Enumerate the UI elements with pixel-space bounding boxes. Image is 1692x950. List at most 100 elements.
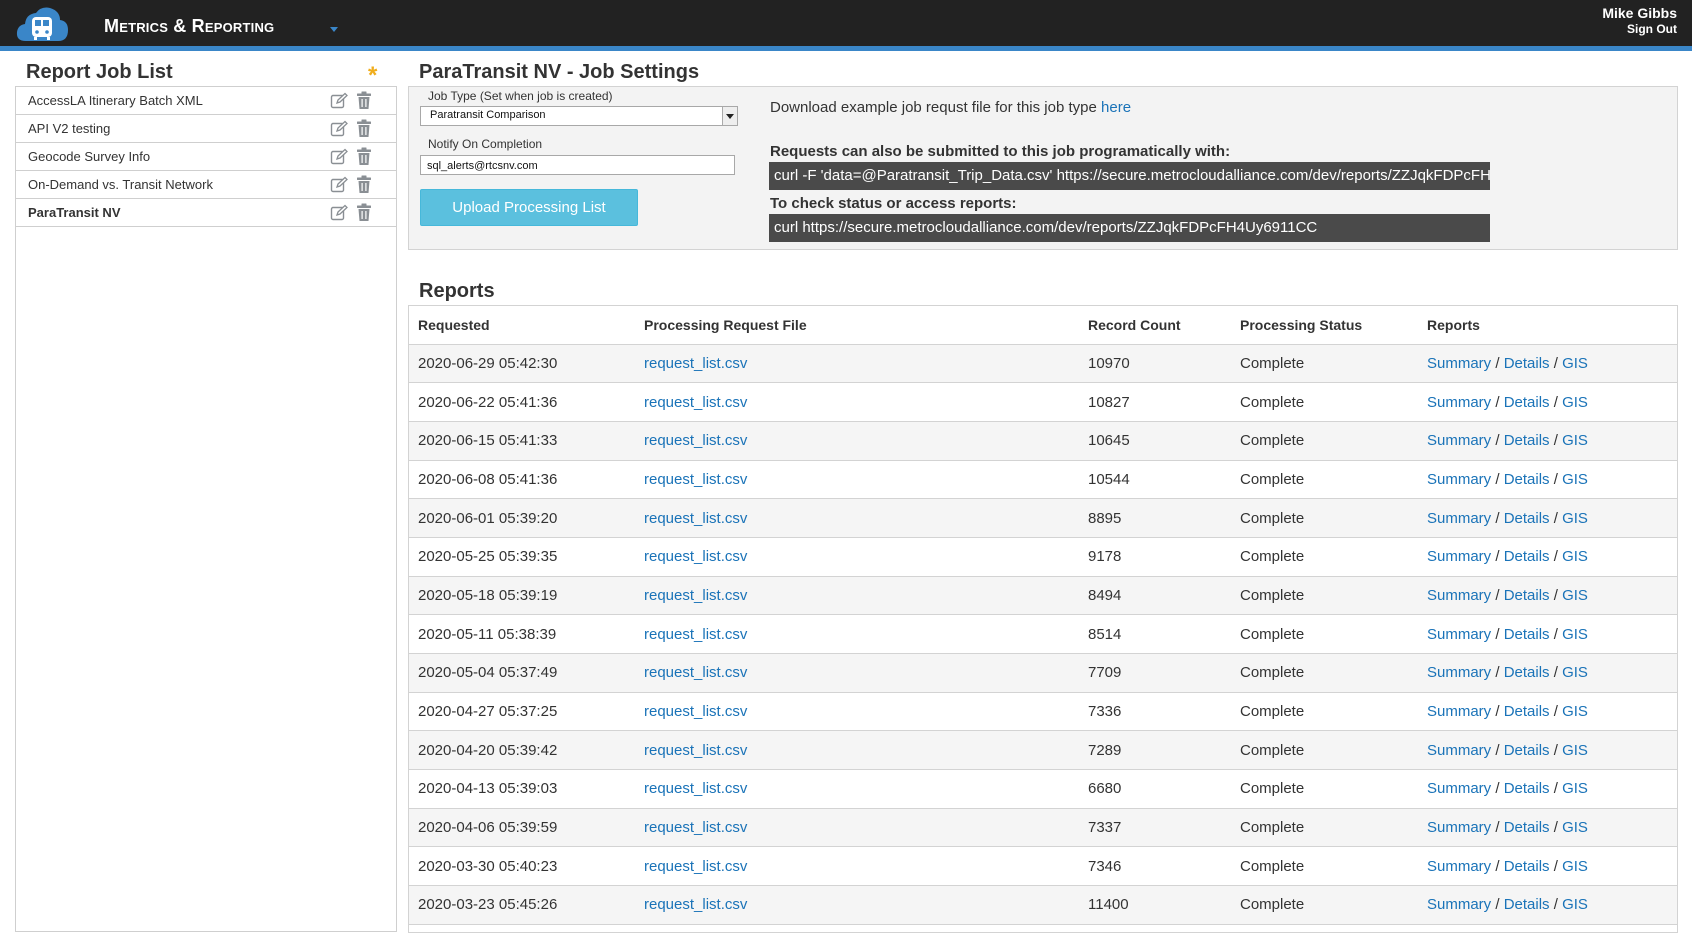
summary-link[interactable]: Summary bbox=[1427, 394, 1491, 411]
details-link[interactable]: Details bbox=[1504, 394, 1550, 411]
summary-link[interactable]: Summary bbox=[1427, 510, 1491, 527]
request-file-link[interactable]: request_list.csv bbox=[644, 432, 747, 449]
trash-icon[interactable] bbox=[356, 91, 372, 110]
request-file-link[interactable]: request_list.csv bbox=[644, 510, 747, 527]
job-list-item-label: ParaTransit NV bbox=[28, 205, 121, 220]
notify-email-input[interactable] bbox=[420, 155, 735, 175]
request-file-link[interactable]: request_list.csv bbox=[644, 896, 747, 913]
link-separator: / bbox=[1495, 780, 1500, 798]
column-header: Processing Request File bbox=[635, 306, 1079, 345]
job-list-item[interactable]: AccessLA Itinerary Batch XML bbox=[16, 87, 396, 115]
summary-link[interactable]: Summary bbox=[1427, 548, 1491, 565]
caret-down-icon[interactable] bbox=[722, 107, 737, 125]
gis-link[interactable]: GIS bbox=[1562, 510, 1588, 527]
details-link[interactable]: Details bbox=[1504, 896, 1550, 913]
job-list-item-label: API V2 testing bbox=[28, 121, 111, 136]
request-file-link[interactable]: request_list.csv bbox=[644, 626, 747, 643]
trash-icon[interactable] bbox=[356, 203, 372, 222]
gis-link[interactable]: GIS bbox=[1562, 819, 1588, 836]
edit-icon[interactable] bbox=[330, 204, 348, 222]
reports-links-cell: Summary / Details / GIS bbox=[1418, 421, 1677, 461]
gis-link[interactable]: GIS bbox=[1562, 355, 1588, 372]
record-count-cell: 8494 bbox=[1079, 576, 1231, 616]
reports-links-cell: Summary / Details / GIS bbox=[1418, 498, 1677, 538]
job-list-item[interactable]: Geocode Survey Info bbox=[16, 143, 396, 171]
summary-link[interactable]: Summary bbox=[1427, 626, 1491, 643]
requested-cell: 2020-04-13 05:39:03 bbox=[409, 769, 635, 809]
cloud-train-logo-icon[interactable] bbox=[14, 3, 70, 45]
summary-link[interactable]: Summary bbox=[1427, 780, 1491, 797]
summary-link[interactable]: Summary bbox=[1427, 587, 1491, 604]
gis-link[interactable]: GIS bbox=[1562, 742, 1588, 759]
record-count-cell: 10544 bbox=[1079, 460, 1231, 500]
details-link[interactable]: Details bbox=[1504, 664, 1550, 681]
summary-link[interactable]: Summary bbox=[1427, 742, 1491, 759]
gis-link[interactable]: GIS bbox=[1562, 471, 1588, 488]
summary-link[interactable]: Summary bbox=[1427, 355, 1491, 372]
summary-link[interactable]: Summary bbox=[1427, 664, 1491, 681]
trash-icon[interactable] bbox=[356, 175, 372, 194]
summary-link[interactable]: Summary bbox=[1427, 703, 1491, 720]
edit-icon[interactable] bbox=[330, 120, 348, 138]
download-example-link[interactable]: here bbox=[1101, 99, 1131, 116]
job-type-select[interactable]: Paratransit Comparison bbox=[420, 106, 738, 126]
details-link[interactable]: Details bbox=[1504, 703, 1550, 720]
details-link[interactable]: Details bbox=[1504, 548, 1550, 565]
table-row: 2020-06-29 05:42:30 request_list.csv 10970… bbox=[409, 344, 1677, 384]
edit-icon[interactable] bbox=[330, 148, 348, 166]
request-file-link[interactable]: request_list.csv bbox=[644, 780, 747, 797]
status-command-box[interactable]: curl https://secure.metrocloudalliance.c… bbox=[769, 214, 1490, 242]
request-file-link[interactable]: request_list.csv bbox=[644, 548, 747, 565]
details-link[interactable]: Details bbox=[1504, 471, 1550, 488]
request-file-link[interactable]: request_list.csv bbox=[644, 664, 747, 681]
details-link[interactable]: Details bbox=[1504, 510, 1550, 527]
sign-out-link[interactable]: Sign Out bbox=[1627, 22, 1677, 36]
gis-link[interactable]: GIS bbox=[1562, 432, 1588, 449]
request-file-link[interactable]: request_list.csv bbox=[644, 471, 747, 488]
summary-link[interactable]: Summary bbox=[1427, 471, 1491, 488]
status-cell: Complete bbox=[1231, 344, 1418, 384]
gis-link[interactable]: GIS bbox=[1562, 664, 1588, 681]
gis-link[interactable]: GIS bbox=[1562, 587, 1588, 604]
details-link[interactable]: Details bbox=[1504, 858, 1550, 875]
summary-link[interactable]: Summary bbox=[1427, 819, 1491, 836]
summary-link[interactable]: Summary bbox=[1427, 432, 1491, 449]
request-file-link[interactable]: request_list.csv bbox=[644, 355, 747, 372]
edit-icon[interactable] bbox=[330, 176, 348, 194]
details-link[interactable]: Details bbox=[1504, 587, 1550, 604]
gis-link[interactable]: GIS bbox=[1562, 780, 1588, 797]
job-list-item[interactable]: API V2 testing bbox=[16, 115, 396, 143]
gis-link[interactable]: GIS bbox=[1562, 858, 1588, 875]
job-list-item[interactable]: ParaTransit NV bbox=[16, 199, 396, 227]
upload-processing-list-button[interactable]: Upload Processing List bbox=[420, 189, 638, 226]
gis-link[interactable]: GIS bbox=[1562, 394, 1588, 411]
request-file-link[interactable]: request_list.csv bbox=[644, 703, 747, 720]
details-link[interactable]: Details bbox=[1504, 432, 1550, 449]
submit-command-box[interactable]: curl -F 'data=@Paratransit_Trip_Data.csv… bbox=[769, 162, 1490, 190]
requested-cell: 2020-03-30 05:40:23 bbox=[409, 846, 635, 887]
trash-icon[interactable] bbox=[356, 147, 372, 166]
gis-link[interactable]: GIS bbox=[1562, 548, 1588, 565]
gis-link[interactable]: GIS bbox=[1562, 703, 1588, 720]
caret-down-icon[interactable] bbox=[330, 27, 338, 32]
details-link[interactable]: Details bbox=[1504, 742, 1550, 759]
request-file-cell: request_list.csv bbox=[635, 692, 1079, 732]
request-file-link[interactable]: request_list.csv bbox=[644, 742, 747, 759]
trash-icon[interactable] bbox=[356, 119, 372, 138]
asterisk-icon[interactable]: * bbox=[368, 64, 377, 88]
summary-link[interactable]: Summary bbox=[1427, 896, 1491, 913]
details-link[interactable]: Details bbox=[1504, 355, 1550, 372]
request-file-link[interactable]: request_list.csv bbox=[644, 819, 747, 836]
app-title-menu[interactable]: Metrics & Reporting bbox=[104, 16, 274, 37]
job-list-item[interactable]: On-Demand vs. Transit Network bbox=[16, 171, 396, 199]
request-file-link[interactable]: request_list.csv bbox=[644, 858, 747, 875]
request-file-link[interactable]: request_list.csv bbox=[644, 587, 747, 604]
summary-link[interactable]: Summary bbox=[1427, 858, 1491, 875]
gis-link[interactable]: GIS bbox=[1562, 896, 1588, 913]
details-link[interactable]: Details bbox=[1504, 819, 1550, 836]
details-link[interactable]: Details bbox=[1504, 780, 1550, 797]
request-file-link[interactable]: request_list.csv bbox=[644, 394, 747, 411]
edit-icon[interactable] bbox=[330, 92, 348, 110]
details-link[interactable]: Details bbox=[1504, 626, 1550, 643]
gis-link[interactable]: GIS bbox=[1562, 626, 1588, 643]
